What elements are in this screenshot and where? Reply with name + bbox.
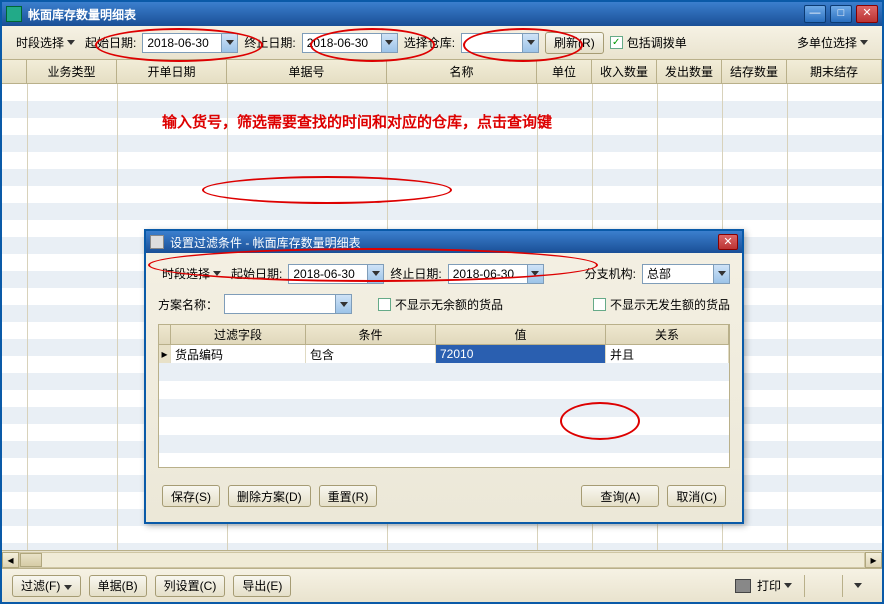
- reset-button[interactable]: 重置(R): [319, 485, 378, 507]
- dlg-start-date-label: 起始日期:: [231, 265, 282, 282]
- dlg-end-date-label: 终止日期:: [390, 265, 441, 282]
- warehouse-dropdown-icon[interactable]: [522, 34, 538, 52]
- multi-unit-label: 多单位选择: [797, 34, 857, 51]
- doc-button[interactable]: 单据(B): [89, 575, 147, 597]
- end-date-combo[interactable]: [302, 33, 398, 53]
- warehouse-label: 选择仓库:: [404, 34, 455, 51]
- end-date-label: 终止日期:: [244, 34, 295, 51]
- refresh-button[interactable]: 刷新(R): [545, 32, 604, 54]
- main-toolbar: 时段选择 起始日期: 终止日期: 选择仓库: 刷新(R) ✓ 包括调拨单 多单位…: [2, 26, 882, 60]
- grid-gutter: [2, 60, 27, 83]
- col-out-qty[interactable]: 发出数量: [657, 60, 722, 83]
- dlg-branch-input[interactable]: [643, 265, 713, 283]
- filter-row[interactable]: ▸ 货品编码 包含 72010 并且: [159, 345, 729, 363]
- dlg-scheme-input[interactable]: [225, 295, 335, 313]
- end-date-dropdown-icon[interactable]: [381, 34, 397, 52]
- period-select[interactable]: 时段选择: [12, 32, 79, 53]
- col-unit[interactable]: 单位: [537, 60, 592, 83]
- dialog-icon: [150, 235, 164, 249]
- filter-button[interactable]: 过滤(F): [12, 575, 81, 597]
- maximize-button[interactable]: □: [830, 5, 852, 23]
- fcol-rel[interactable]: 关系: [606, 325, 729, 344]
- fcol-op[interactable]: 条件: [306, 325, 436, 344]
- caret-icon: [860, 40, 868, 45]
- row-marker: ▸: [159, 345, 171, 363]
- bottom-toolbar: 过滤(F) 单据(B) 列设置(C) 导出(E) 打印: [2, 568, 882, 602]
- caret-icon: [67, 40, 75, 45]
- scrollbar-thumb[interactable]: [20, 553, 42, 567]
- end-date-input[interactable]: [303, 34, 381, 52]
- period-label: 时段选择: [16, 34, 64, 51]
- fcol-value[interactable]: 值: [436, 325, 606, 344]
- dlg-branch-combo[interactable]: [642, 264, 730, 284]
- printer-icon: [735, 579, 751, 593]
- fcol-field[interactable]: 过滤字段: [171, 325, 306, 344]
- data-grid: 业务类型 开单日期 单据号 名称 单位 收入数量 发出数量 结存数量 期末结存 …: [2, 60, 882, 568]
- col-in-qty[interactable]: 收入数量: [592, 60, 657, 83]
- scroll-left-icon[interactable]: ◂: [2, 552, 19, 568]
- col-bill-date[interactable]: 开单日期: [117, 60, 227, 83]
- dlg-period-select[interactable]: 时段选择: [158, 263, 225, 284]
- filter-value-cell[interactable]: 72010: [436, 345, 606, 363]
- column-settings-button[interactable]: 列设置(C): [155, 575, 226, 597]
- dlg-end-date-input[interactable]: [449, 265, 527, 283]
- app-icon: [6, 6, 22, 22]
- col-name[interactable]: 名称: [387, 60, 537, 83]
- filter-rel-cell[interactable]: 并且: [606, 345, 729, 363]
- dlg-start-date-combo[interactable]: [288, 264, 384, 284]
- hide-no-transaction-checkbox[interactable]: 不显示无发生额的货品: [593, 296, 730, 313]
- close-button[interactable]: ✕: [856, 5, 878, 23]
- warehouse-input[interactable]: [462, 34, 522, 52]
- grid-header: 业务类型 开单日期 单据号 名称 单位 收入数量 发出数量 结存数量 期末结存: [2, 60, 882, 84]
- caret-icon: [784, 583, 792, 588]
- hide-zero-balance-checkbox[interactable]: 不显示无余额的货品: [378, 296, 503, 313]
- start-date-combo[interactable]: [142, 33, 238, 53]
- include-transfer-checkbox[interactable]: ✓ 包括调拨单: [610, 34, 687, 51]
- print-button[interactable]: 打印: [731, 575, 796, 596]
- caret-icon: [213, 271, 221, 276]
- horizontal-scrollbar[interactable]: ◂ ▸: [2, 550, 882, 568]
- start-date-dropdown-icon[interactable]: [221, 34, 237, 52]
- window-title: 帐面库存数量明细表: [28, 6, 804, 23]
- dialog-close-button[interactable]: ✕: [718, 234, 738, 250]
- save-button[interactable]: 保存(S): [162, 485, 220, 507]
- dlg-start-date-input[interactable]: [289, 265, 367, 283]
- col-biz-type[interactable]: 业务类型: [27, 60, 117, 83]
- dlg-scheme-label: 方案名称：: [158, 296, 218, 313]
- include-transfer-label: 包括调拨单: [627, 34, 687, 51]
- dlg-branch-label: 分支机构:: [585, 265, 636, 282]
- checkbox-icon: ✓: [610, 36, 623, 49]
- start-date-input[interactable]: [143, 34, 221, 52]
- filter-dialog: 设置过滤条件 - 帐面库存数量明细表 ✕ 时段选择 起始日期:: [144, 229, 744, 524]
- filter-field-cell[interactable]: 货品编码: [171, 345, 306, 363]
- warehouse-combo[interactable]: [461, 33, 539, 53]
- delete-scheme-button[interactable]: 删除方案(D): [228, 485, 311, 507]
- col-end-balance[interactable]: 期末结存: [787, 60, 882, 83]
- dlg-end-date-combo[interactable]: [448, 264, 544, 284]
- start-date-label: 起始日期:: [85, 34, 136, 51]
- dialog-title: 设置过滤条件 - 帐面库存数量明细表: [170, 234, 718, 251]
- cancel-button[interactable]: 取消(C): [667, 485, 726, 507]
- export-button[interactable]: 导出(E): [233, 575, 291, 597]
- filter-grid[interactable]: 过滤字段 条件 值 关系 ▸ 货品编码 包含 72010 并且: [158, 324, 730, 468]
- dlg-scheme-combo[interactable]: [224, 294, 352, 314]
- filter-op-cell[interactable]: 包含: [306, 345, 436, 363]
- multi-unit-select[interactable]: 多单位选择: [793, 32, 872, 53]
- query-button[interactable]: 查询(A): [581, 485, 659, 507]
- annotation-text: 输入货号，筛选需要查找的时间和对应的仓库，点击查询键: [162, 111, 552, 132]
- scroll-right-icon[interactable]: ▸: [865, 552, 882, 568]
- grid-body[interactable]: 输入货号，筛选需要查找的时间和对应的仓库，点击查询键 设置过滤条件 - 帐面库存…: [2, 84, 882, 550]
- col-balance-qty[interactable]: 结存数量: [722, 60, 787, 83]
- minimize-button[interactable]: —: [804, 5, 826, 23]
- col-doc-no[interactable]: 单据号: [227, 60, 387, 83]
